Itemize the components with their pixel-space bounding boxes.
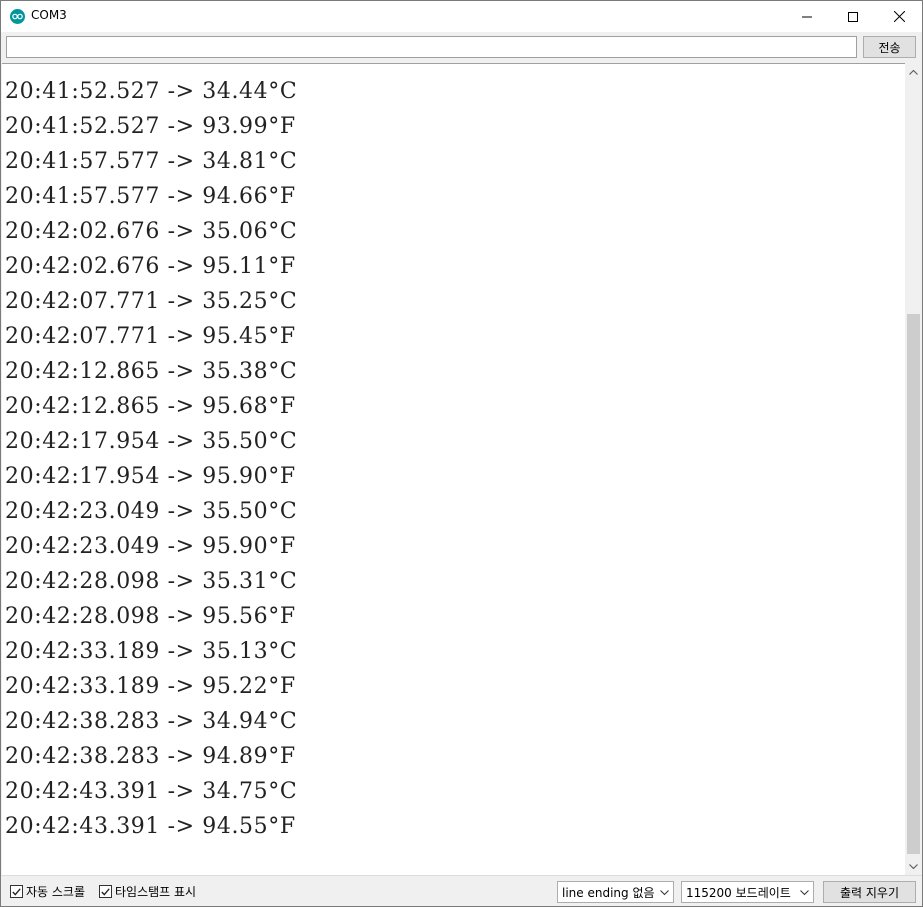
chevron-down-icon bbox=[800, 886, 809, 900]
log-line: 20:42:17.954 -> 35.50°C bbox=[5, 429, 298, 454]
log-line: 20:41:57.577 -> 34.81°C bbox=[5, 149, 298, 174]
log-line: 20:42:12.865 -> 35.38°C bbox=[5, 359, 298, 384]
baud-rate-select[interactable]: 115200 보드레이트 bbox=[681, 881, 814, 903]
close-button[interactable] bbox=[876, 1, 922, 32]
send-button[interactable]: 전송 bbox=[863, 36, 916, 58]
maximize-button[interactable] bbox=[830, 1, 876, 32]
line-ending-value: line ending 없음 bbox=[562, 886, 655, 900]
log-line: 20:42:43.391 -> 94.55°F bbox=[5, 814, 296, 839]
arduino-logo-icon bbox=[10, 9, 25, 24]
log-line: 20:42:07.771 -> 35.25°C bbox=[5, 289, 298, 314]
serial-monitor-window: COM3 전송 20:41:52.527 -> 34.44°C 20:41:52.… bbox=[0, 0, 923, 907]
log-line: 20:42:38.283 -> 34.94°C bbox=[5, 709, 298, 734]
log-line: 20:42:23.049 -> 35.50°C bbox=[5, 499, 298, 524]
log-line: 20:42:33.189 -> 35.13°C bbox=[5, 639, 298, 664]
send-row: 전송 bbox=[1, 32, 922, 63]
log-line: 20:42:02.676 -> 35.06°C bbox=[5, 219, 298, 244]
log-line: 20:42:28.098 -> 95.56°F bbox=[5, 604, 296, 629]
chevron-down-icon bbox=[660, 886, 669, 900]
autoscroll-label[interactable]: 자동 스크롤 bbox=[26, 883, 85, 900]
baud-rate-value: 115200 보드레이트 bbox=[686, 886, 791, 900]
log-line: 20:41:52.527 -> 93.99°F bbox=[5, 114, 296, 139]
checkmark-icon bbox=[101, 887, 110, 896]
checkmark-icon bbox=[12, 887, 21, 896]
log-line: 20:42:02.676 -> 95.11°F bbox=[5, 254, 296, 279]
log-line: 20:42:28.098 -> 35.31°C bbox=[5, 569, 298, 594]
maximize-icon bbox=[848, 11, 858, 22]
window-title: COM3 bbox=[31, 8, 67, 22]
close-icon bbox=[893, 11, 905, 22]
timestamp-label[interactable]: 타임스탬프 표시 bbox=[115, 883, 196, 900]
line-ending-select[interactable]: line ending 없음 bbox=[557, 881, 674, 903]
vertical-scrollbar[interactable] bbox=[905, 64, 922, 875]
chevron-down-icon bbox=[909, 864, 918, 869]
bottom-toolbar: 자동 스크롤 타임스탬프 표시 line ending 없음 115200 보드… bbox=[1, 875, 922, 906]
output-lines: 20:41:52.527 -> 34.44°C 20:41:52.527 -> 9… bbox=[5, 74, 297, 844]
scroll-up-button[interactable] bbox=[905, 64, 922, 81]
scroll-thumb[interactable] bbox=[907, 314, 920, 854]
minimize-button[interactable] bbox=[784, 1, 830, 32]
log-line: 20:42:23.049 -> 95.90°F bbox=[5, 534, 296, 559]
log-line: 20:42:07.771 -> 95.45°F bbox=[5, 324, 296, 349]
minimize-icon bbox=[802, 16, 812, 17]
scroll-down-button[interactable] bbox=[905, 858, 922, 875]
log-line: 20:42:38.283 -> 94.89°F bbox=[5, 744, 296, 769]
autoscroll-checkbox[interactable] bbox=[10, 885, 23, 898]
timestamp-checkbox[interactable] bbox=[99, 885, 112, 898]
log-line: 20:41:57.577 -> 94.66°F bbox=[5, 184, 296, 209]
log-line: 20:42:33.189 -> 95.22°F bbox=[5, 674, 296, 699]
log-line: 20:42:12.865 -> 95.68°F bbox=[5, 394, 296, 419]
log-line: 20:41:52.527 -> 34.44°C bbox=[5, 79, 298, 104]
title-bar[interactable]: COM3 bbox=[1, 1, 922, 32]
log-line: 20:42:43.391 -> 34.75°C bbox=[5, 779, 298, 804]
serial-output[interactable]: 20:41:52.527 -> 34.44°C 20:41:52.527 -> 9… bbox=[2, 63, 905, 876]
send-input[interactable] bbox=[6, 36, 857, 58]
clear-output-button[interactable]: 출력 지우기 bbox=[823, 881, 916, 903]
chevron-up-icon bbox=[909, 70, 918, 75]
log-line: 20:42:17.954 -> 95.90°F bbox=[5, 464, 296, 489]
